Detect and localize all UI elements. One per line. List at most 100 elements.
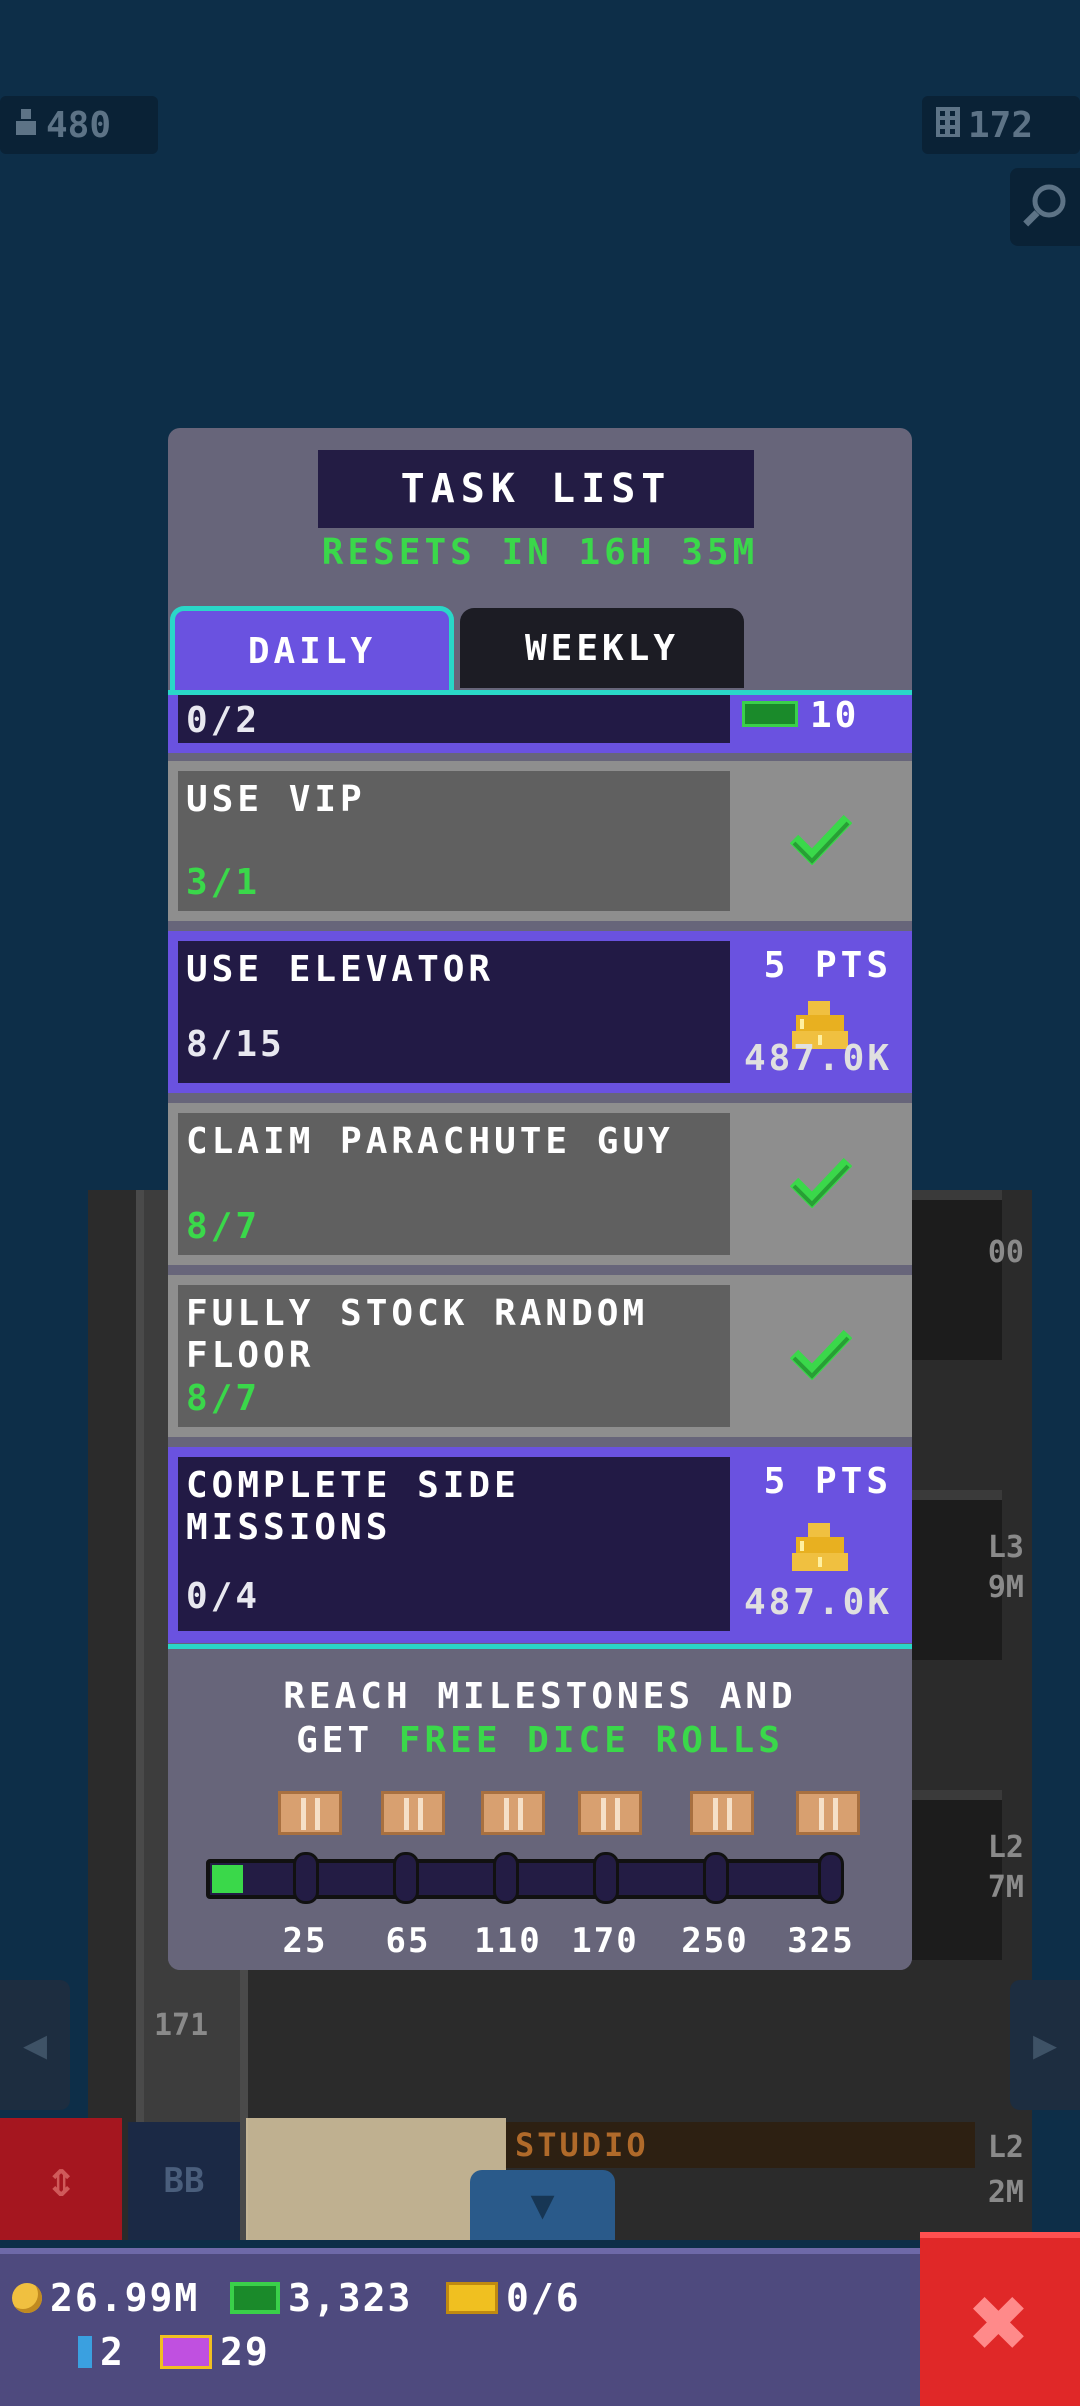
floor-top-label: 00 [987,1235,1024,1270]
tab-daily[interactable]: DAILY [170,606,454,692]
tab-weekly[interactable]: WEEKLY [460,608,744,688]
building-icon [936,105,960,146]
tickets-stat: 0/6 [446,2276,581,2320]
magnifier-icon [1021,181,1069,233]
task-body: 0/2 [178,695,730,743]
milestone-marker [393,1852,419,1904]
up-down-arrows-icon: ⇕ [45,2150,77,2208]
task-complete [730,1103,912,1265]
currency-bar: 26.99M 3,323 0/6 2 29 [0,2248,1080,2406]
task-body: CLAIM PARACHUTE GUY 8/7 [178,1113,730,1255]
milestone-progress-fill [212,1865,244,1893]
milestones-text: REACH MILESTONES AND GET FREE DICE ROLLS [168,1675,912,1763]
task-progress: 3/1 [186,862,261,903]
task-row[interactable]: 0/2 10 [168,695,912,753]
floor-value-label: 9M [987,1570,1024,1605]
milestone-label: 65 [385,1921,431,1961]
chevron-left-icon: ◀ [22,2022,48,2068]
milestones-highlight: FREE DICE ROLLS [398,1720,784,1761]
task-row[interactable]: CLAIM PARACHUTE GUY 8/7 [168,1103,912,1265]
task-reward: 5 PTS 487.0K [730,931,912,1093]
build-button[interactable] [246,2118,506,2240]
chevron-down-icon: ▼ [530,2182,555,2228]
milestone-label: 25 [282,1921,328,1961]
task-progress: 8/7 [186,1206,261,1247]
task-name: USE VIP [186,779,366,820]
reward-crate-icon[interactable] [381,1791,445,1835]
task-name: USE ELEVATOR [186,949,495,990]
task-reward: 5 PTS 487.0K [730,1447,912,1643]
collapse-button[interactable]: ▼ [470,2170,615,2240]
checkmark-icon [789,813,853,869]
zoom-button[interactable] [1010,168,1080,246]
floor-value: 172 [968,104,1034,146]
bux-value: 3,323 [288,2276,413,2320]
task-complete [730,1275,912,1437]
person-icon [14,105,38,146]
reset-timer: RESETS IN 16H 35M [321,532,759,573]
population-value: 480 [46,104,112,146]
task-progress: 8/15 [186,1024,285,1065]
population-counter: 480 [0,96,158,154]
bux-icon [742,701,798,727]
milestones-line2-prefix: GET [296,1720,399,1761]
task-progress: 0/4 [186,1576,261,1617]
close-button[interactable]: ✖ [920,2232,1080,2406]
task-progress: 8/7 [186,1378,261,1419]
task-body: USE ELEVATOR 8/15 [178,941,730,1083]
elevator-button[interactable]: ⇕ [0,2118,122,2240]
bitbook-button[interactable]: BB [128,2122,240,2240]
tv-stat: 29 [160,2330,270,2374]
milestone-label: 170 [571,1921,639,1961]
task-reward: 10 [730,695,912,753]
task-progress: 0/2 [186,700,261,741]
milestones-section: REACH MILESTONES AND GET FREE DICE ROLLS… [168,1644,912,1970]
chevron-right-icon: ▶ [1032,2022,1058,2068]
coins-value: 26.99M [50,2276,200,2320]
reward-crate-icon[interactable] [796,1791,860,1835]
milestone-marker [593,1852,619,1904]
task-row[interactable]: USE ELEVATOR 8/15 5 PTS 487.0K [168,931,912,1093]
left-nav-button[interactable]: ◀ [0,1980,70,2110]
milestone-marker [493,1852,519,1904]
task-row[interactable]: FULLY STOCK RANDOM FLOOR 8/7 [168,1275,912,1437]
milestones-line2: GET FREE DICE ROLLS [168,1719,912,1763]
ticket-icon [446,2282,498,2314]
task-row[interactable]: USE VIP 3/1 [168,761,912,921]
floor-number: 171 [154,2008,209,2043]
reward-crate-icon[interactable] [481,1791,545,1835]
task-list-panel: TASK LIST RESETS IN 16H 35M DAILY WEEKLY… [168,428,912,1970]
reward-value: 10 [810,695,860,736]
gold-coins-icon [792,1523,848,1571]
milestone-label: 110 [474,1921,542,1961]
milestone-marker [703,1852,729,1904]
bux-stat: 3,323 [230,2276,412,2320]
coin-icon [12,2283,42,2313]
panel-title: TASK LIST [318,450,754,528]
reward-crate-icon[interactable] [578,1791,642,1835]
task-row[interactable]: COMPLETE SIDE MISSIONS 0/4 5 PTS 487.0K [168,1447,912,1643]
close-icon: ✖ [969,2263,1031,2381]
bitbook-label: BB [163,2161,205,2201]
bitizens-stat: 2 [78,2330,125,2374]
bux-icon [230,2282,280,2314]
bitizen-icon [78,2336,92,2368]
right-nav-button[interactable]: ▶ [1010,1980,1080,2110]
checkmark-icon [789,1328,853,1384]
reward-crate-icon[interactable] [278,1791,342,1835]
task-body: USE VIP 3/1 [178,771,730,911]
tickets-value: 0/6 [506,2276,581,2320]
tv-icon [160,2335,212,2369]
checkmark-icon [789,1156,853,1212]
milestone-label: 250 [681,1921,749,1961]
milestone-marker [818,1852,844,1904]
floor-value-label: 7M [987,1870,1024,1905]
task-name: COMPLETE SIDE MISSIONS [186,1465,520,1548]
floor-counter: 172 [922,96,1080,154]
task-points: 5 PTS [763,1461,892,1502]
task-points: 5 PTS [763,945,892,986]
floor-level-label: L2 [987,1830,1024,1865]
reward-crate-icon[interactable] [690,1791,754,1835]
task-coin-reward: 487.0K [743,1038,892,1079]
milestones-line1: REACH MILESTONES AND [283,1676,797,1717]
